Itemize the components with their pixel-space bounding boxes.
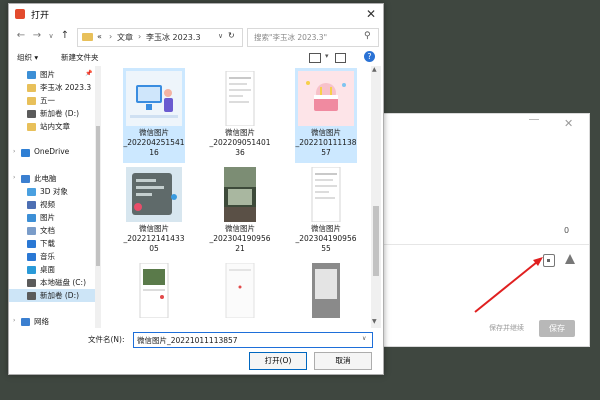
annotation-arrow [474, 257, 543, 313]
arrow-shaft [474, 261, 538, 313]
